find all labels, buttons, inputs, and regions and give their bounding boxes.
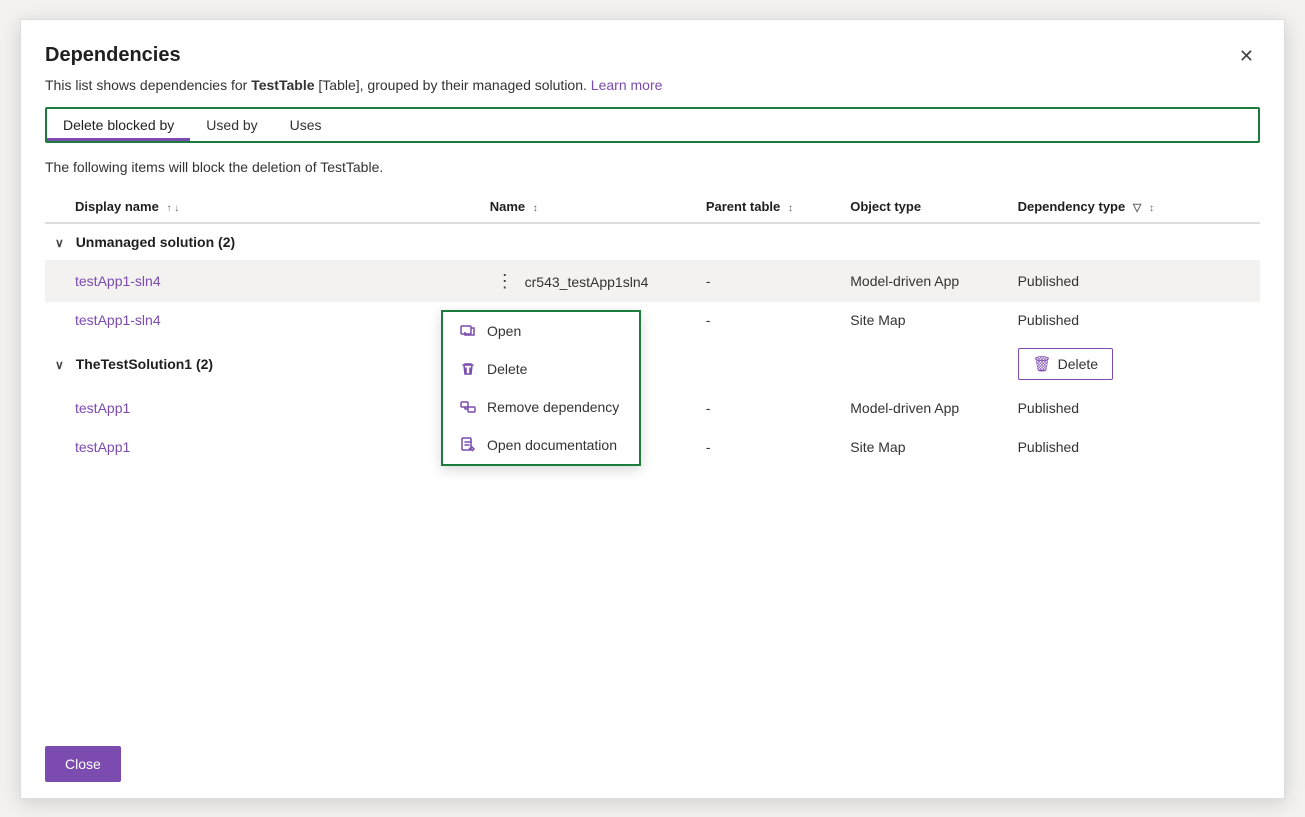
remove-dep-icon — [459, 398, 477, 416]
subtitle-middle: [Table], grouped by their managed soluti… — [315, 77, 591, 93]
row1-dependency-type: Published — [1008, 260, 1178, 302]
row1-expand — [45, 260, 65, 302]
row4-object-type: Site Map — [840, 426, 1007, 468]
dep-filter-icon[interactable]: ▽ — [1133, 202, 1141, 214]
context-menu-delete[interactable]: Delete — [443, 350, 639, 388]
col-display-name-label: Display name — [75, 199, 159, 214]
row4-display-name: testApp1 — [65, 426, 480, 468]
description-text: The following items will block the delet… — [45, 159, 1260, 175]
dialog-subtitle: This list shows dependencies for TestTab… — [45, 77, 1260, 93]
subtitle-prefix: This list shows dependencies for — [45, 77, 251, 93]
close-footer-button[interactable]: Close — [45, 746, 121, 782]
delete-btn-label: Delete — [1058, 356, 1098, 372]
learn-more-link[interactable]: Learn more — [591, 77, 663, 93]
row4-expand — [45, 426, 65, 468]
row1-object-type: Model-driven App — [840, 260, 1007, 302]
close-dialog-button[interactable]: ✕ — [1233, 44, 1260, 69]
row3-display-link[interactable]: testApp1 — [75, 400, 130, 416]
tab-used-by[interactable]: Used by — [190, 109, 273, 141]
col-display-name-header[interactable]: Display name ↑ ↓ — [65, 191, 480, 223]
col-name-label: Name — [490, 199, 525, 214]
group1-chevron[interactable]: ∨ — [55, 236, 64, 250]
dialog-title: Dependencies — [45, 44, 181, 67]
row1-display-link[interactable]: testApp1-sln4 — [75, 273, 161, 289]
context-menu-open[interactable]: Open — [443, 312, 639, 350]
row3-parent-table: - — [696, 390, 840, 426]
row4-actions — [1177, 426, 1260, 468]
row3-display-name: testApp1 — [65, 390, 480, 426]
open-label: Open — [487, 323, 521, 339]
row2-actions — [1177, 302, 1260, 338]
col-actions-header — [1177, 191, 1260, 223]
dependencies-dialog: Dependencies ✕ This list shows dependenc… — [20, 19, 1285, 799]
context-menu-open-doc[interactable]: Open documentation — [443, 426, 639, 464]
row3-actions — [1177, 390, 1260, 426]
col-object-type-header: Object type — [840, 191, 1007, 223]
col-dep-label: Dependency type — [1018, 199, 1126, 214]
name-sort[interactable]: ↕ — [533, 204, 538, 214]
tab-uses[interactable]: Uses — [274, 109, 338, 141]
row1-actions — [1177, 260, 1260, 302]
row1-name: ⋮ cr543_testApp1sln4 — [480, 260, 696, 302]
table-row: testApp1 ⋮ testApp1 - Site Map Published — [45, 426, 1260, 468]
row2-expand — [45, 302, 65, 338]
table-row: testApp1-sln4 - Site Map Published — [45, 302, 1260, 338]
row1-context-menu-btn[interactable]: ⋮ — [490, 270, 521, 292]
delete-btn-icon: 🗑 — [1033, 355, 1052, 373]
parent-sort[interactable]: ↕ — [788, 204, 793, 214]
delete-icon — [459, 360, 477, 378]
row1-name-value: cr543_testApp1sln4 — [525, 274, 649, 290]
row4-parent-table: - — [696, 426, 840, 468]
row3-expand — [45, 390, 65, 426]
group2-delete-button[interactable]: 🗑 Delete — [1018, 348, 1114, 380]
row2-display-name: testApp1-sln4 — [65, 302, 480, 338]
tab-delete-blocked-by[interactable]: Delete blocked by — [47, 109, 190, 141]
row2-display-link[interactable]: testApp1-sln4 — [75, 312, 161, 328]
row3-dependency-type: Published — [1008, 390, 1178, 426]
row1-three-dots-cell: ⋮ — [490, 274, 525, 290]
col-expand-header — [45, 191, 65, 223]
row1-parent-table: - — [696, 260, 840, 302]
row4-dependency-type: Published — [1008, 426, 1178, 468]
context-menu-remove-dep[interactable]: Remove dependency — [443, 388, 639, 426]
table-row: testApp1-sln4 ⋮ cr543_testApp1sln4 - Mod… — [45, 260, 1260, 302]
table-row: testApp1 - Model-driven App Published — [45, 390, 1260, 426]
delete-label: Delete — [487, 361, 527, 377]
row4-display-link[interactable]: testApp1 — [75, 439, 130, 455]
group-row-thetestsolution1: ∨ TheTestSolution1 (2) 🗑 Delete — [45, 338, 1260, 390]
col-parent-table-header[interactable]: Parent table ↕ — [696, 191, 840, 223]
doc-icon — [459, 436, 477, 454]
group2-chevron[interactable]: ∨ — [55, 358, 64, 372]
row2-parent-table: - — [696, 302, 840, 338]
group1-name: Unmanaged solution (2) — [76, 234, 235, 250]
col-parent-label: Parent table — [706, 199, 780, 214]
tabs-container: Delete blocked by Used by Uses — [45, 107, 1260, 143]
open-icon — [459, 322, 477, 340]
subtitle-table: TestTable — [251, 77, 314, 93]
row1-display-name: testApp1-sln4 — [65, 260, 480, 302]
col-dependency-type-header[interactable]: Dependency type ▽ ↕ — [1008, 191, 1178, 223]
display-name-sort[interactable]: ↑ ↓ — [166, 204, 179, 214]
remove-dep-label: Remove dependency — [487, 399, 619, 415]
group2-name: TheTestSolution1 (2) — [76, 356, 213, 372]
row2-object-type: Site Map — [840, 302, 1007, 338]
open-doc-label: Open documentation — [487, 437, 617, 453]
dialog-footer: Close — [45, 730, 1260, 798]
row3-object-type: Model-driven App — [840, 390, 1007, 426]
table-header-row: Display name ↑ ↓ Name ↕ Parent table ↕ O… — [45, 191, 1260, 223]
table-wrapper: Display name ↑ ↓ Name ↕ Parent table ↕ O… — [45, 191, 1260, 730]
dialog-header: Dependencies ✕ — [45, 44, 1260, 69]
context-menu: Open Delete Remove dependency — [441, 310, 641, 466]
group-row-unmanaged: ∨ Unmanaged solution (2) — [45, 223, 1260, 260]
dep-sort[interactable]: ↕ — [1149, 204, 1154, 214]
dependencies-table: Display name ↑ ↓ Name ↕ Parent table ↕ O… — [45, 191, 1260, 468]
col-name-header[interactable]: Name ↕ — [480, 191, 696, 223]
row2-dependency-type: Published — [1008, 302, 1178, 338]
col-object-label: Object type — [850, 199, 921, 214]
